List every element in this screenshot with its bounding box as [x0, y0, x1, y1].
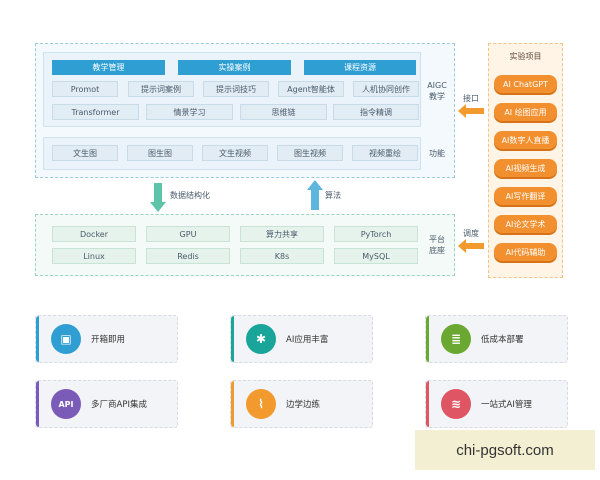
feature-card-ready-to-use: ▣ 开箱即用 [35, 315, 178, 363]
cell-docker: Docker [52, 226, 136, 242]
api-cloud-icon: API [51, 389, 81, 419]
structuring-label: 数据结构化 [170, 191, 210, 200]
cell-compute-sharing: 算力共享 [240, 226, 324, 242]
chart-icon: ⌇ [246, 389, 276, 419]
scheduling-arrow [458, 239, 484, 253]
cell-mysql: MySQL [334, 248, 418, 264]
lab-item-digital-human[interactable]: AI数字人直播 [494, 131, 557, 149]
cell-redis: Redis [146, 248, 230, 264]
box-icon: ▣ [51, 324, 81, 354]
lab-item-academic-paper[interactable]: AI论文学术 [494, 215, 557, 233]
cell-pytorch: PyTorch [334, 226, 418, 242]
feature-card-multi-vendor-api: API 多厂商API集成 [35, 380, 178, 428]
watermark: chi-pgsoft.com [415, 430, 595, 470]
cell-gpu: GPU [146, 226, 230, 242]
feature-card-low-cost: ≣ 低成本部署 [425, 315, 568, 363]
database-icon: ≣ [441, 324, 471, 354]
platform-panel [35, 214, 455, 276]
interface-arrow [458, 104, 484, 118]
structuring-arrow [150, 183, 166, 212]
feature-card-rich-ai-apps: ✱ AI应用丰富 [230, 315, 373, 363]
lab-item-code-assist[interactable]: AI代码辅助 [494, 243, 557, 261]
feature-card-learn-by-practice: ⌇ 边学边练 [230, 380, 373, 428]
lab-item-writing-translation[interactable]: AI写作翻译 [494, 187, 557, 205]
algorithm-label: 算法 [325, 191, 341, 200]
algorithm-arrow [307, 180, 323, 210]
lab-item-drawing[interactable]: AI 绘图应用 [494, 103, 557, 121]
scheduling-label: 调度 [463, 229, 479, 238]
lab-item-chatgpt[interactable]: AI ChatGPT [494, 75, 557, 93]
cell-k8s: K8s [240, 248, 324, 264]
flower-icon: ✱ [246, 324, 276, 354]
layers-icon: ≋ [441, 389, 471, 419]
lab-projects-title: 实验项目 [509, 52, 542, 61]
feature-card-one-stop-management: ≋ 一站式AI管理 [425, 380, 568, 428]
cell-linux: Linux [52, 248, 136, 264]
lab-item-video-generation[interactable]: AI视频生成 [494, 159, 557, 177]
interface-label: 接口 [463, 94, 479, 103]
platform-label: 平台 底座 [429, 235, 445, 255]
